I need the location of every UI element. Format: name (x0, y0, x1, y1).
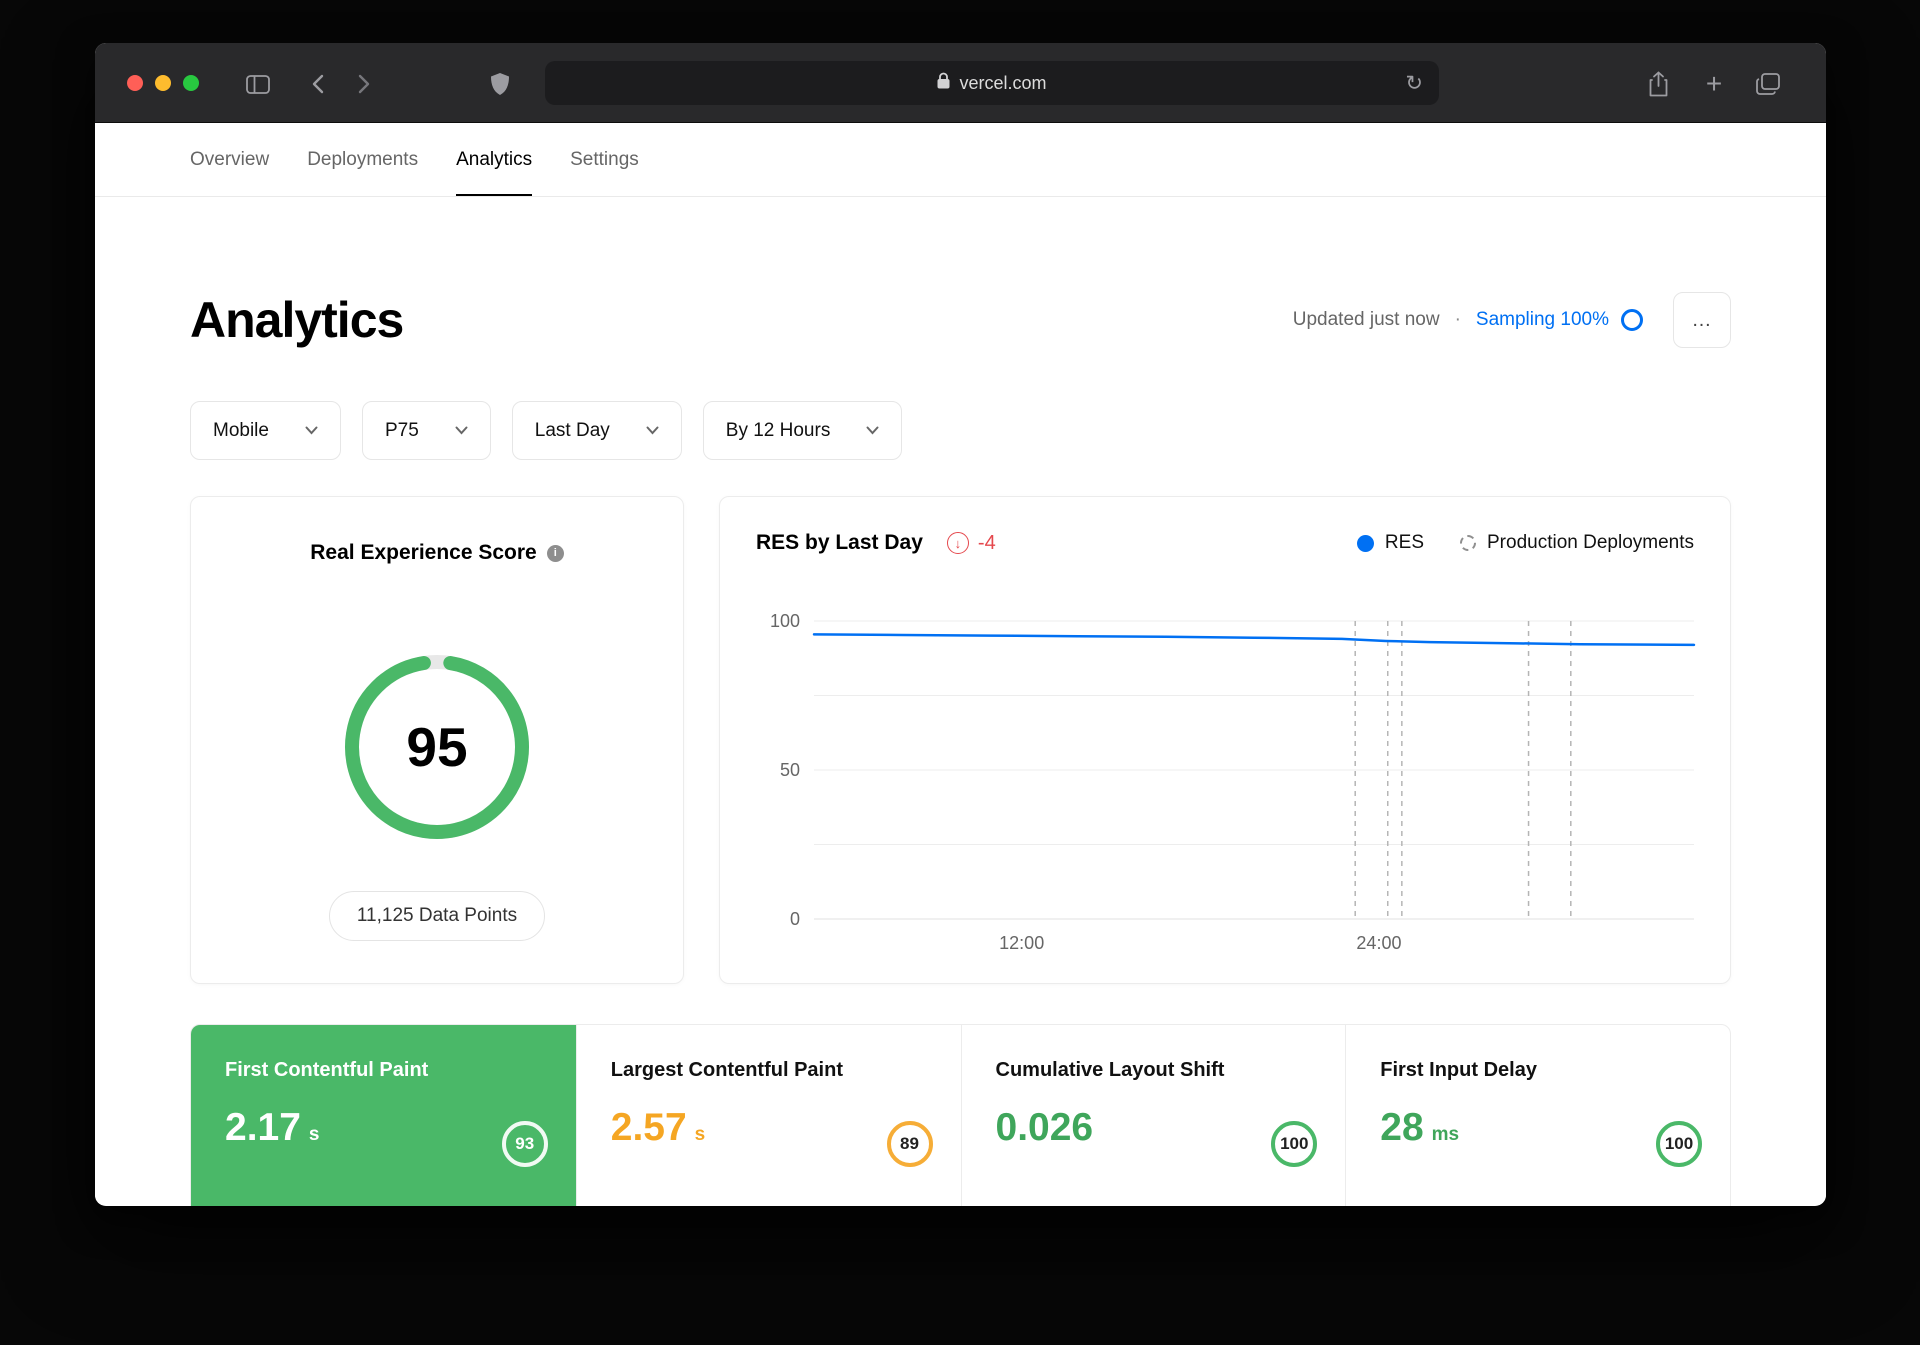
timerange-filter-dropdown[interactable]: Last Day (511, 401, 682, 460)
address-bar[interactable]: vercel.com ↻ (545, 61, 1439, 105)
device-filter-dropdown[interactable]: Mobile (190, 401, 341, 460)
lock-icon (937, 72, 950, 94)
analytics-content: Analytics Updated just now · Sampling 10… (95, 291, 1826, 1206)
svg-text:100: 100 (770, 611, 800, 631)
interval-filter-dropdown[interactable]: By 12 Hours (702, 401, 903, 460)
nav-tab-deployments[interactable]: Deployments (307, 123, 418, 196)
privacy-shield-icon[interactable] (483, 67, 517, 101)
header-status: Updated just now · Sampling 100% … (1293, 292, 1731, 348)
metric-largest-contentful-paint[interactable]: Largest Contentful Paint 2.57 s 89 (575, 1025, 961, 1206)
forward-icon[interactable] (347, 67, 381, 101)
filter-bar: Mobile P75 Last Day By 12 Hours (190, 401, 1731, 460)
metric-label: First Contentful Paint (225, 1059, 429, 1081)
info-icon[interactable]: i (546, 544, 564, 562)
metric-label: First Input Delay (1380, 1059, 1537, 1081)
score-gauge: 95 (337, 647, 537, 847)
data-points-pill: 11,125 Data Points (328, 891, 546, 941)
res-dot-icon (1356, 534, 1374, 552)
timerange-filter-value: Last Day (534, 419, 610, 441)
chevron-down-icon (866, 426, 879, 435)
chevron-down-icon (305, 426, 318, 435)
metric-value: 2.57 (610, 1106, 687, 1149)
sampling-progress-icon (1621, 309, 1643, 331)
browser-window: vercel.com ↻ + Overview Deployments Anal… (95, 43, 1826, 1206)
project-nav: Overview Deployments Analytics Settings (95, 123, 1826, 197)
back-icon[interactable] (301, 67, 335, 101)
score-badge: 100 (1271, 1121, 1318, 1167)
real-experience-score-card: Real Experience Score i 95 11,125 Data P… (190, 496, 684, 984)
score-badge: 93 (501, 1121, 548, 1167)
res-card-title-text: Real Experience Score (310, 541, 537, 564)
cards-row: Real Experience Score i 95 11,125 Data P… (190, 496, 1731, 984)
res-chart-card: RES by Last Day ↓ -4 RES Production Depl… (719, 496, 1731, 984)
tab-overview-icon[interactable] (1751, 67, 1785, 101)
url-text: vercel.com (959, 72, 1047, 93)
metric-first-input-delay[interactable]: First Input Delay 28 ms 100 (1345, 1025, 1730, 1206)
svg-text:50: 50 (780, 760, 800, 780)
dot-separator: · (1454, 309, 1461, 330)
metric-value: 2.17 (225, 1106, 301, 1149)
nav-tab-analytics[interactable]: Analytics (456, 123, 533, 196)
share-icon[interactable] (1641, 67, 1675, 101)
close-window-button[interactable] (127, 75, 143, 91)
metric-label: Cumulative Layout Shift (995, 1059, 1225, 1081)
chart-title: RES by Last Day (756, 531, 923, 554)
metric-value-row: 0.026 (996, 1106, 1312, 1150)
metric-first-contentful-paint[interactable]: First Contentful Paint 2.17 s 93 (191, 1025, 576, 1206)
maximize-window-button[interactable] (183, 75, 199, 91)
metric-unit: s (308, 1124, 320, 1145)
delta-value: -4 (977, 531, 996, 554)
delta-indicator: ↓ -4 (946, 531, 996, 555)
window-controls (127, 75, 199, 91)
metric-unit: s (694, 1124, 706, 1145)
refresh-icon[interactable]: ↻ (1405, 73, 1423, 94)
sampling-link[interactable]: Sampling 100% (1476, 309, 1609, 331)
legend-deployments-label: Production Deployments (1487, 532, 1694, 553)
updated-status: Updated just now (1292, 309, 1440, 330)
browser-toolbar: vercel.com ↻ + (95, 43, 1826, 123)
metric-cumulative-layout-shift[interactable]: Cumulative Layout Shift 0.026 100 (960, 1025, 1346, 1206)
chart-header: RES by Last Day ↓ -4 RES Production Depl… (756, 531, 1694, 555)
percentile-filter-value: P75 (384, 419, 419, 441)
chevron-down-icon (455, 426, 468, 435)
page-title: Analytics (190, 292, 404, 348)
device-filter-value: Mobile (213, 419, 269, 441)
metric-value: 28 (1380, 1106, 1424, 1149)
web-vitals-row: First Contentful Paint 2.17 s 93 Largest… (190, 1024, 1731, 1206)
percentile-filter-dropdown[interactable]: P75 (361, 401, 491, 460)
legend-production-deployments[interactable]: Production Deployments (1460, 532, 1694, 554)
arrow-down-circle-icon: ↓ (946, 532, 969, 554)
svg-text:0: 0 (790, 909, 800, 929)
svg-text:24:00: 24:00 (1356, 933, 1401, 953)
vercel-page: Overview Deployments Analytics Settings … (95, 123, 1826, 1206)
nav-tab-overview[interactable]: Overview (190, 123, 269, 196)
new-tab-icon[interactable]: + (1697, 67, 1731, 101)
chart-legend: RES Production Deployments (1356, 532, 1694, 554)
metric-unit: ms (1431, 1124, 1460, 1145)
chevron-down-icon (646, 426, 659, 435)
page-header: Analytics Updated just now · Sampling 10… (190, 291, 1731, 349)
score-badge: 100 (1656, 1121, 1702, 1167)
metric-value: 0.026 (995, 1106, 1094, 1149)
res-card-title: Real Experience Score i (310, 541, 564, 565)
more-options-button[interactable]: … (1673, 292, 1731, 348)
res-line-chart[interactable]: 100 50 0 12:00 24:00 (756, 603, 1696, 963)
metric-label: Largest Contentful Paint (610, 1059, 843, 1081)
nav-tab-settings[interactable]: Settings (570, 123, 639, 196)
score-badge: 89 (886, 1121, 933, 1167)
score-value: 95 (406, 716, 468, 778)
metric-value-row: 28 ms (1380, 1106, 1696, 1150)
minimize-window-button[interactable] (155, 75, 171, 91)
deployment-dashed-circle-icon (1460, 535, 1476, 551)
metric-value-row: 2.57 s (611, 1106, 927, 1150)
metric-value-row: 2.17 s (225, 1106, 542, 1150)
legend-res-label: RES (1384, 532, 1424, 553)
svg-text:12:00: 12:00 (999, 933, 1044, 953)
sidebar-toggle-icon[interactable] (241, 67, 275, 101)
interval-filter-value: By 12 Hours (725, 419, 831, 441)
legend-res[interactable]: RES (1356, 532, 1424, 554)
